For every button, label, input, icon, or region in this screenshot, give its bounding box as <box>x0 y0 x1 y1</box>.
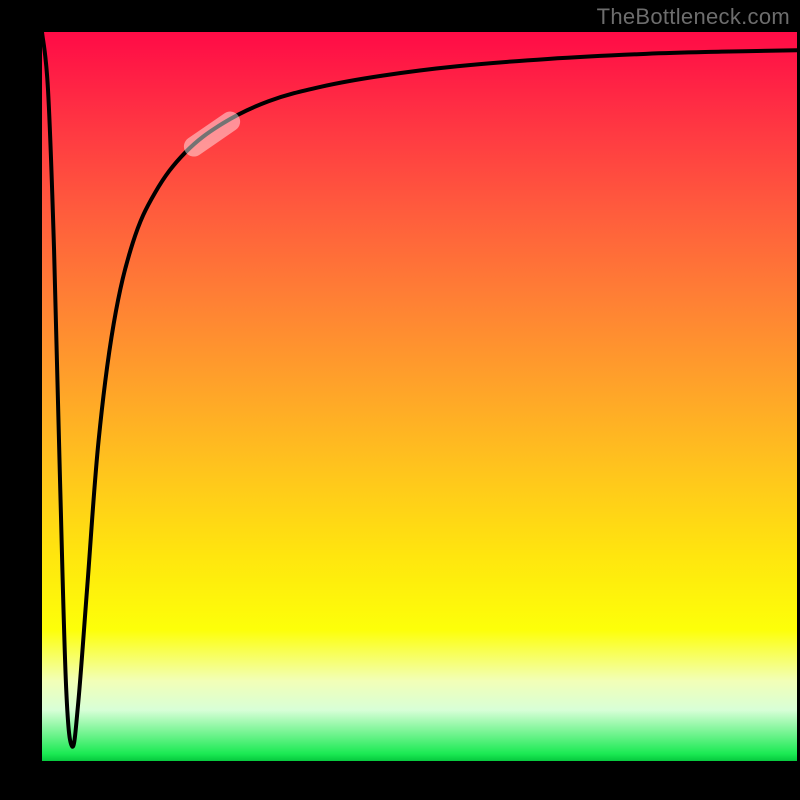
plot-area <box>42 32 797 761</box>
bottleneck-curve <box>42 32 797 761</box>
curve-path <box>42 32 797 747</box>
watermark-text: TheBottleneck.com <box>597 4 790 30</box>
chart-stage: TheBottleneck.com <box>0 0 800 800</box>
